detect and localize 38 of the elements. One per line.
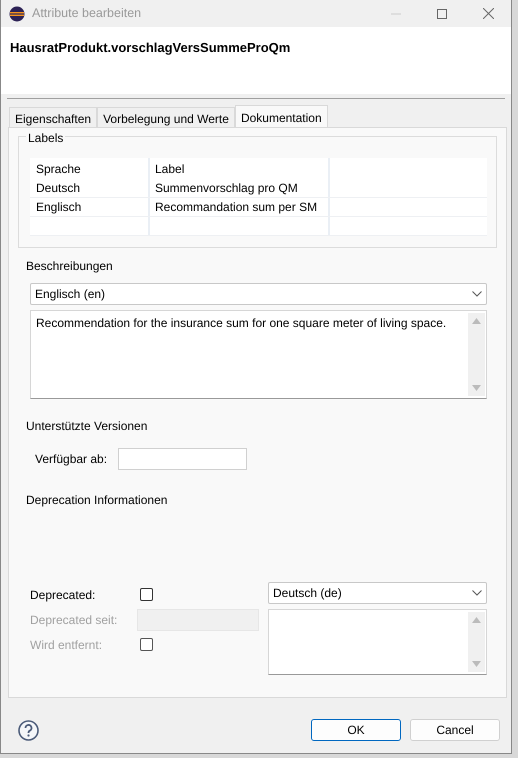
version-field[interactable] xyxy=(118,448,247,470)
tab[interactable]: Eigenschaften xyxy=(9,107,98,127)
table-cell-text: Recommandation sum per SM xyxy=(155,199,318,216)
maximize-icon xyxy=(437,8,447,18)
field-label: Deprecated: xyxy=(29,586,96,604)
section-title: Deprecation Informationen xyxy=(26,492,168,509)
tab[interactable]: Dokumentation xyxy=(234,105,328,127)
deprecation-textarea[interactable] xyxy=(268,609,487,675)
field-label: Verfügbar ab: xyxy=(35,451,108,468)
language-dropdown[interactable]: Deutsch (de) xyxy=(268,582,487,604)
app-icon xyxy=(9,6,25,22)
tab[interactable]: Vorbelegung und Werte xyxy=(97,107,235,127)
table-cell-text: Deutsch xyxy=(36,180,80,197)
chevron-icon xyxy=(472,590,482,596)
field-label: Deprecated seit: xyxy=(29,612,118,628)
table-cell-text: Summenvorschlag pro QM xyxy=(155,180,298,197)
window-title: Attribute bearbeiten xyxy=(32,5,142,22)
chevron-icon xyxy=(472,291,482,297)
dialog-button[interactable]: Cancel xyxy=(410,719,500,741)
scroll-down-icon[interactable] xyxy=(472,385,481,391)
scroll-down-icon[interactable] xyxy=(472,661,481,667)
field-label: Wird entfernt: xyxy=(29,636,104,654)
dialog-title: HausratProdukt.vorschlagVersSummeProQm xyxy=(10,39,292,57)
scroll-up-icon[interactable] xyxy=(472,318,481,324)
scrollbar[interactable] xyxy=(468,313,485,396)
close-icon xyxy=(482,8,494,19)
column-header: Sprache xyxy=(36,160,81,178)
table-cell-text: Englisch xyxy=(36,199,82,216)
checkbox[interactable] xyxy=(140,588,153,601)
section-title: Beschreibungen xyxy=(26,258,114,275)
section-title: Unterstützte Versionen xyxy=(26,418,148,435)
dialog-button[interactable]: OK xyxy=(311,719,401,741)
scrollbar[interactable] xyxy=(468,612,485,672)
description-textarea[interactable]: Recommendation for the insurance sum for one square meter of living space. xyxy=(30,310,487,399)
language-dropdown[interactable]: Englisch (en) xyxy=(30,283,487,305)
column-header: Label xyxy=(155,160,184,178)
help-icon[interactable] xyxy=(18,720,39,740)
scroll-up-icon[interactable] xyxy=(472,617,481,623)
